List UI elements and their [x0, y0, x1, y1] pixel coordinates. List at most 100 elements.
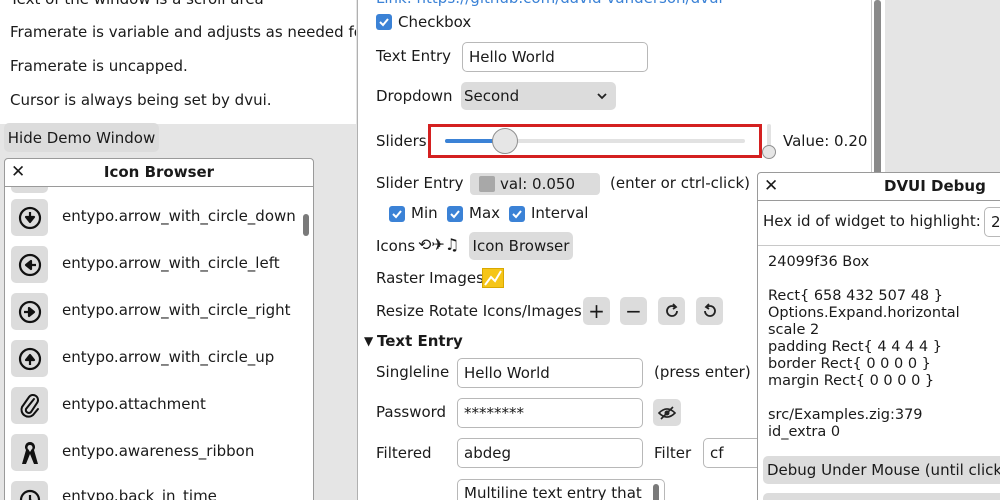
debug-line: Rect{ 658 432 507 48 } [768, 288, 943, 304]
slider-entry-hint: (enter or ctrl-click) [610, 174, 750, 192]
info-line: Text of the window is a scroll area [10, 0, 264, 9]
debug-info-area: 24099f36 Box Rect{ 658 432 507 48 } Opti… [758, 245, 1000, 477]
slider-entry-label: Slider Entry [376, 174, 464, 192]
dvui-debug-window: ✕ DVUI Debug Hex id of widget to highlig… [757, 172, 1000, 500]
text-entry-field[interactable]: Hello World [462, 42, 648, 72]
debug-line: border Rect{ 0 0 0 0 } [768, 356, 931, 372]
debug-line: Options.Expand.horizontal [768, 305, 960, 321]
singleline-value: Hello World [464, 364, 550, 382]
increase-size-button[interactable]: + [583, 297, 610, 325]
filtered-input[interactable]: abdeg [457, 438, 643, 468]
debug-line: margin Rect{ 0 0 0 0 } [768, 373, 935, 389]
scrollbar-thumb[interactable] [874, 0, 881, 180]
slider-entry[interactable]: val: 0.050 [470, 173, 600, 195]
debug-next-button[interactable] [763, 493, 1000, 500]
hex-id-input[interactable]: 24 [984, 207, 1000, 237]
icon-button[interactable] [11, 434, 48, 471]
icon-button[interactable] [11, 481, 48, 500]
sliders-label: Sliders [376, 132, 427, 150]
arrow-circle-right-icon [18, 300, 41, 323]
checkbox-label: Checkbox [398, 13, 472, 31]
rotate-clockwise-icon [665, 303, 678, 317]
icon-button[interactable] [11, 340, 48, 377]
eye-off-icon [658, 405, 676, 420]
hex-id-label: Hex id of widget to highlight: [763, 212, 981, 230]
info-line: Cursor is always being set by dvui. [10, 91, 272, 109]
slider-handle[interactable] [492, 128, 518, 154]
text-entry-section-header[interactable]: Text Entry [377, 331, 463, 351]
list-item: entypo.back_in_time [62, 487, 217, 500]
decrease-size-button[interactable]: − [620, 297, 647, 325]
min-checkbox[interactable] [389, 206, 405, 222]
dropdown-select[interactable]: Second [461, 82, 616, 110]
scrollbar-thumb[interactable] [303, 214, 309, 236]
text-entry-label: Text Entry [376, 47, 452, 65]
debug-line: scale 2 [768, 322, 820, 338]
debug-title: DVUI Debug [884, 177, 986, 195]
close-icon[interactable]: ✕ [764, 176, 778, 196]
dropdown-value: Second [464, 87, 520, 105]
hide-demo-window-button[interactable]: Hide Demo Window [4, 123, 159, 152]
filtered-value: abdeg [464, 444, 511, 462]
vertical-slider-handle[interactable] [762, 145, 776, 159]
filter-value: cf [710, 444, 724, 462]
icon-button[interactable] [11, 387, 48, 424]
arrow-circle-down-icon [18, 206, 41, 229]
rotate-counterclockwise-icon [703, 303, 716, 317]
slider-value-text: Value: 0.20 [783, 132, 868, 150]
list-item: entypo.arrow_with_circle_up [62, 348, 275, 366]
icons-label: Icons [376, 237, 416, 255]
text-entry-value: Hello World [469, 48, 555, 66]
icon-button[interactable] [11, 293, 48, 330]
info-line: Framerate is uncapped. [10, 57, 188, 75]
icon-browser-button[interactable]: Icon Browser [469, 232, 573, 260]
max-checkbox[interactable] [447, 206, 463, 222]
debug-line: padding Rect{ 4 4 4 4 } [768, 339, 942, 355]
list-item: entypo.arrow_with_circle_down [62, 207, 296, 225]
interval-checkbox[interactable] [509, 206, 525, 222]
icon-browser-window: ✕ Icon Browser entypo.arrow_with_circle_… [4, 158, 314, 500]
back-in-time-icon [19, 489, 40, 500]
icon-browser-titlebar[interactable]: ✕ Icon Browser [5, 159, 313, 187]
arrow-circle-up-icon [18, 347, 41, 370]
checkmark-icon [512, 210, 522, 219]
list-item: entypo.arrow_with_circle_right [62, 301, 291, 319]
raster-image [482, 268, 504, 288]
image-icon [484, 270, 502, 286]
ribbon-icon [21, 441, 38, 464]
rotate-cw-button[interactable] [658, 297, 685, 325]
min-label: Min [411, 204, 438, 222]
multiline-input[interactable]: Multiline text entry that [457, 479, 665, 500]
toggle-password-visibility-button[interactable] [653, 399, 681, 426]
interval-label: Interval [531, 204, 589, 222]
password-value: ******** [464, 404, 524, 422]
list-item: entypo.awareness_ribbon [62, 442, 255, 460]
debug-line: 24099f36 Box [768, 254, 870, 270]
checkbox[interactable] [376, 14, 392, 30]
debug-titlebar[interactable]: ✕ DVUI Debug [758, 173, 1000, 201]
scrollbar-thumb[interactable] [653, 484, 659, 500]
rotate-ccw-button[interactable] [696, 297, 723, 325]
info-scroll-area[interactable]: Text of the window is a scroll area Fram… [0, 0, 356, 124]
filtered-label: Filtered [376, 444, 432, 462]
github-link[interactable]: Link: https://github.com/david-vanderson… [376, 0, 723, 8]
icon-browser-title: Icon Browser [103, 163, 215, 181]
singleline-input[interactable]: Hello World [457, 358, 643, 388]
password-input[interactable]: ******** [457, 398, 643, 428]
debug-line: id_extra 0 [768, 424, 841, 440]
dropdown-label: Dropdown [376, 87, 453, 105]
checkmark-icon [450, 210, 460, 219]
expand-triangle-icon[interactable]: ▼ [364, 331, 373, 351]
checkmark-icon [379, 18, 389, 27]
raster-images-label: Raster Images [376, 269, 484, 287]
icon-button[interactable] [11, 199, 48, 236]
info-line: Framerate is variable and adjusts as nee… [10, 23, 356, 41]
attachment-icon [20, 393, 39, 418]
arrow-circle-left-icon [18, 253, 41, 276]
icon-button[interactable] [11, 246, 48, 283]
filter-label: Filter [654, 444, 692, 462]
plus-icon: + [588, 299, 605, 323]
debug-under-mouse-button[interactable]: Debug Under Mouse (until click) [763, 456, 1000, 484]
max-label: Max [469, 204, 501, 222]
list-item-partial [11, 187, 48, 193]
